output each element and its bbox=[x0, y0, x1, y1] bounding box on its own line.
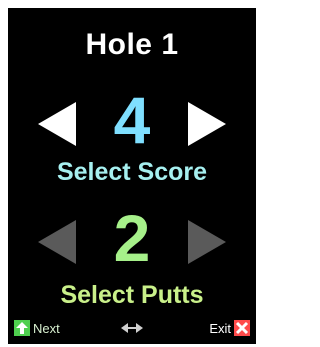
select-score-label: Select Score bbox=[56, 158, 208, 186]
close-icon bbox=[234, 320, 250, 336]
hole-title: Hole 1 bbox=[85, 28, 179, 61]
putts-selector[interactable]: 2 bbox=[8, 201, 256, 288]
arrow-up-icon bbox=[14, 320, 30, 336]
exit-label: Exit bbox=[209, 320, 231, 336]
left-right-arrows-icon bbox=[120, 321, 144, 335]
footer-bar: Next Exit bbox=[8, 318, 256, 338]
device-screen: Hole 1 4 Select Score 2 Select Putts Nex… bbox=[8, 8, 256, 344]
putts-increase-arrow-icon[interactable] bbox=[188, 220, 226, 264]
select-putts-label: Select Putts bbox=[60, 281, 204, 309]
score-increase-arrow-icon[interactable] bbox=[188, 102, 226, 146]
next-label: Next bbox=[33, 320, 60, 336]
next-button[interactable]: Next bbox=[14, 318, 60, 338]
exit-button[interactable]: Exit bbox=[209, 318, 250, 338]
